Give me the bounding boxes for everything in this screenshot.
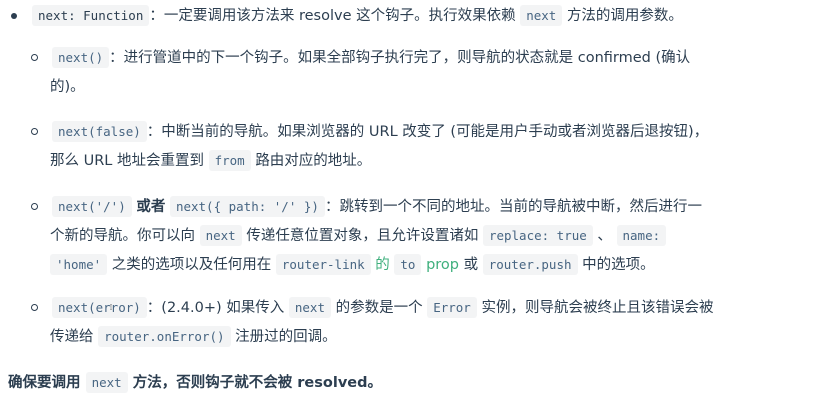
code-next-path: next({ path: '/' }): [169, 196, 325, 217]
item-next-path: next('/') 或者 next({ path: '/' }) ：跳转到一个不同…: [52, 196, 702, 217]
code-next-empty: next(): [52, 47, 110, 68]
bullet: [11, 13, 17, 19]
text: ：跳转到一个不同的地址。当前的导航被中断，然后进行一: [324, 199, 702, 215]
item-next-error: next(error) ：(2.4.0+) 如果传入 next 的参数是一个 Er…: [52, 297, 714, 318]
footer-note: 确保要调用 next 方法，否则钩子就不会被 resolved。: [8, 372, 382, 393]
text: 方法的调用参数。: [566, 8, 683, 24]
code-next: next: [520, 5, 563, 26]
text: ：中断当前的导航。如果浏览器的 URL 改变了 (可能是用户手动或者浏览器后退按…: [146, 124, 709, 140]
code-from: from: [208, 150, 251, 171]
text: 那么 URL 地址会重置到: [50, 153, 204, 169]
sub-bullet: [31, 304, 38, 311]
text: 或: [463, 257, 479, 273]
item-next-false-cont: 那么 URL 地址会重置到 from 路由对应的地址。: [50, 150, 372, 171]
code-next: next: [288, 297, 331, 318]
text: 方法，否则钩子就不会被 resolved。: [132, 375, 382, 391]
text: 传递给: [50, 329, 94, 345]
text: 的参数是一个: [335, 300, 423, 316]
item-next-false: next(false) ：中断当前的导航。如果浏览器的 URL 改变了 (可能是用…: [52, 121, 709, 142]
text: 、: [597, 228, 612, 244]
code-next-function: next: Function: [32, 5, 150, 26]
code-error: Error: [427, 297, 477, 318]
text: ：进行管道中的下一个钩子。如果全部钩子执行完了，则导航的状态就是 confirm…: [109, 50, 691, 66]
text: 个新的导航。你可以向: [50, 228, 195, 244]
text: 之类的选项以及任何用在: [111, 257, 272, 273]
text: 中的选项。: [582, 257, 655, 273]
item-next-empty: next() ：进行管道中的下一个钩子。如果全部钩子执行完了，则导航的状态就是 c…: [52, 47, 691, 68]
text: ：(2.4.0+) 如果传入: [146, 300, 285, 316]
text: 的)。: [50, 79, 85, 95]
text: 路由对应的地址。: [255, 153, 372, 169]
link-prop[interactable]: prop: [426, 257, 459, 273]
code-next-slash: next('/'): [52, 196, 132, 217]
item-next-path-cont1: 个新的导航。你可以向 next 传递任意位置对象，且允许设置诸如 replace…: [50, 225, 667, 246]
item-next-empty-cont: 的)。: [50, 77, 85, 97]
item-next-error-cont: 传递给 router.onError() 注册过的回调。: [50, 326, 337, 347]
text: 实例，则导航会被终止且该错误会被: [481, 300, 714, 316]
text: 确保要调用: [8, 375, 81, 391]
item-next-path-cont2: 'home' 之类的选项以及任何用在 router-link 的 to prop…: [50, 254, 655, 275]
code-replace-true: replace: true: [482, 225, 593, 246]
code-next: next: [85, 372, 128, 393]
code-router-link: router-link: [275, 254, 371, 275]
code-name: name:: [616, 225, 667, 246]
code-home: 'home': [50, 254, 108, 275]
code-router-push: router.push: [482, 254, 578, 275]
text: 传递任意位置对象，且允许设置诸如: [246, 228, 479, 244]
code-next-false: next(false): [52, 121, 147, 142]
sub-bullet: [31, 54, 38, 61]
sub-bullet: [31, 128, 38, 135]
text-or: 或者: [136, 199, 166, 215]
text-cursor-icon: [110, 304, 112, 310]
code-router-onerror: router.onError(): [98, 326, 231, 347]
text: 注册过的回调。: [235, 329, 337, 345]
code-next-error: next(error): [52, 297, 147, 318]
text: ：一定要调用该方法来 resolve 这个钩子。执行效果依赖: [149, 8, 516, 24]
link-de[interactable]: 的: [375, 257, 390, 273]
item-next-function: next: Function ：一定要调用该方法来 resolve 这个钩子。执行…: [32, 5, 683, 26]
code-to[interactable]: to: [394, 254, 422, 275]
code-next: next: [199, 225, 242, 246]
sub-bullet: [31, 203, 38, 210]
